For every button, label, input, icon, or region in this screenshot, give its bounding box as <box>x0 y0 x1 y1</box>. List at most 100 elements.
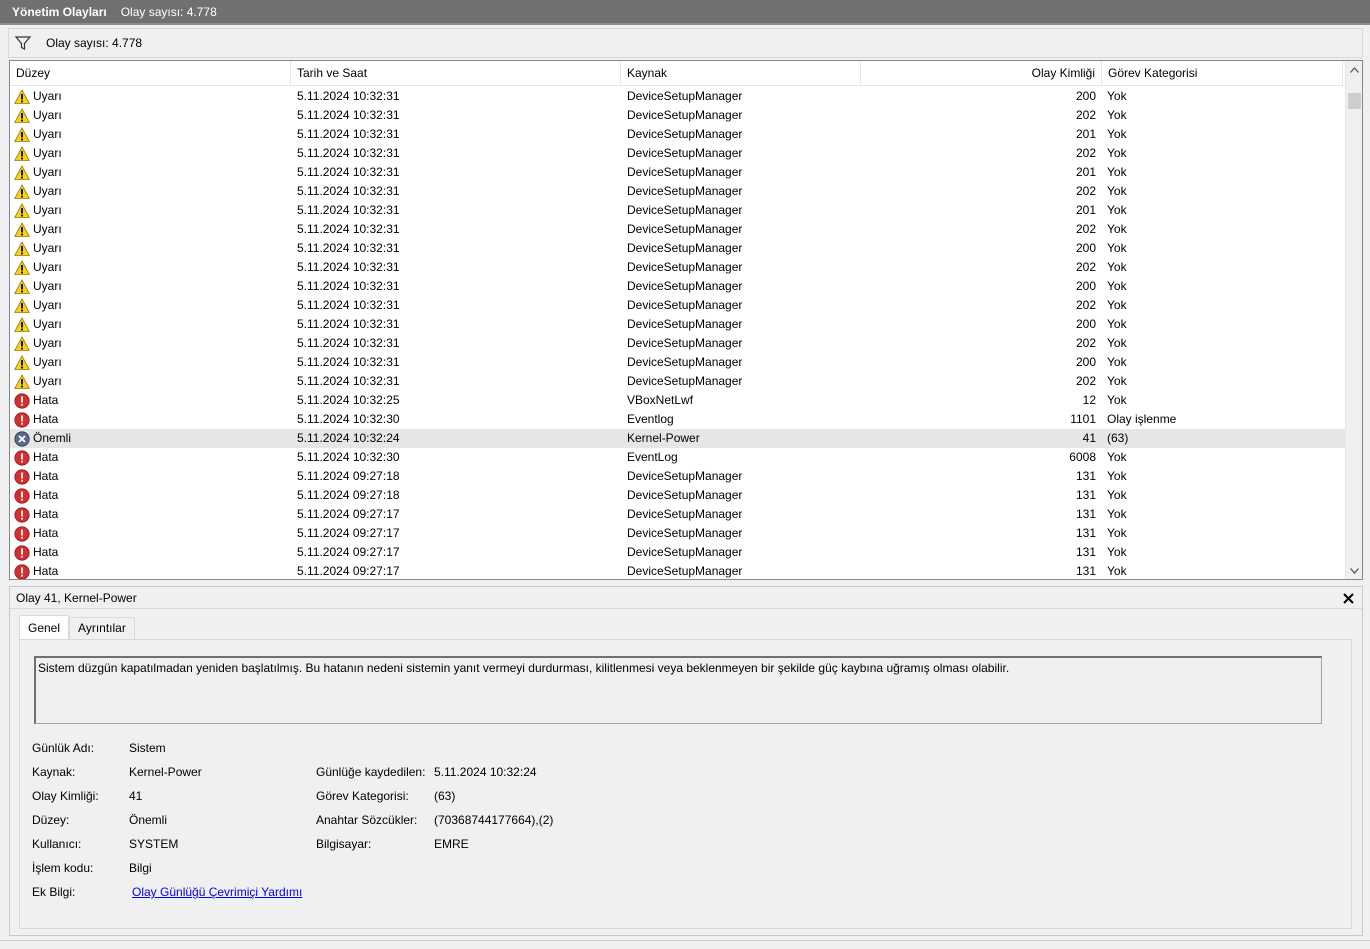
col-header-source[interactable]: Kaynak <box>621 61 861 86</box>
level-text: Uyarı <box>33 222 62 236</box>
event-id-cell: 202 <box>1075 374 1096 388</box>
date-cell: 5.11.2024 10:32:31 <box>297 355 400 369</box>
level-text: Uyarı <box>33 146 62 160</box>
source-cell: DeviceSetupManager <box>627 89 743 103</box>
warning-icon <box>14 354 30 371</box>
table-row[interactable]: Hata 5.11.2024 09:27:17 DeviceSetupManager… <box>10 562 1345 579</box>
source-value: Kernel-Power <box>129 765 202 779</box>
col-header-event-id[interactable]: Olay Kimliği <box>861 61 1102 86</box>
table-row[interactable]: Uyarı 5.11.2024 10:32:31 DeviceSetupManage… <box>10 277 1345 296</box>
title-bar: Yönetim Olayları Olay sayısı: 4.778 <box>0 0 1370 25</box>
filter-icon[interactable] <box>14 34 32 52</box>
source-cell: DeviceSetupManager <box>627 241 743 255</box>
event-id-cell: 201 <box>1075 165 1096 179</box>
date-cell: 5.11.2024 10:32:31 <box>297 222 400 236</box>
scroll-thumb[interactable] <box>1348 93 1361 109</box>
table-row[interactable]: Uyarı 5.11.2024 10:32:31 DeviceSetupManage… <box>10 144 1345 163</box>
keywords-value: (70368744177664),(2) <box>434 813 554 827</box>
tab-general[interactable]: Genel <box>19 615 70 639</box>
col-header-date[interactable]: Tarih ve Saat <box>291 61 621 86</box>
scroll-up-icon[interactable] <box>1346 61 1362 78</box>
error-icon <box>14 487 30 504</box>
task-category-cell: Yok <box>1107 355 1127 369</box>
table-row[interactable]: Uyarı 5.11.2024 10:32:31 DeviceSetupManage… <box>10 296 1345 315</box>
table-row[interactable]: Önemli 5.11.2024 10:32:24 Kernel-Power 41 (6… <box>10 429 1345 448</box>
table-row[interactable]: Uyarı 5.11.2024 10:32:31 DeviceSetupManage… <box>10 106 1345 125</box>
table-row[interactable]: Hata 5.11.2024 09:27:18 DeviceSetupManager… <box>10 467 1345 486</box>
source-cell: DeviceSetupManager <box>627 279 743 293</box>
source-cell: DeviceSetupManager <box>627 317 743 331</box>
level-cell: Hata <box>14 448 284 467</box>
source-cell: Eventlog <box>627 412 674 426</box>
level-text: Hata <box>33 488 59 502</box>
source-cell: DeviceSetupManager <box>627 469 743 483</box>
table-row[interactable]: Uyarı 5.11.2024 10:32:31 DeviceSetupManage… <box>10 315 1345 334</box>
col-header-task-category[interactable]: Görev Kategorisi <box>1102 61 1343 86</box>
view-title: Yönetim Olayları <box>12 4 107 19</box>
source-cell: DeviceSetupManager <box>627 374 743 388</box>
tab-details[interactable]: Ayrıntılar <box>69 617 135 639</box>
table-row[interactable]: Uyarı 5.11.2024 10:32:31 DeviceSetupManage… <box>10 163 1345 182</box>
level-cell: Hata <box>14 391 284 410</box>
table-row[interactable]: Uyarı 5.11.2024 10:32:31 DeviceSetupManage… <box>10 182 1345 201</box>
table-row[interactable]: Uyarı 5.11.2024 10:32:31 DeviceSetupManage… <box>10 87 1345 106</box>
warning-icon <box>14 316 30 333</box>
event-id-cell: 202 <box>1075 298 1096 312</box>
level-cell: Uyarı <box>14 334 284 353</box>
details-title: Olay 41, Kernel-Power <box>16 591 137 605</box>
logged-value: 5.11.2024 10:32:24 <box>434 765 537 779</box>
warning-icon <box>14 88 30 105</box>
table-row[interactable]: Uyarı 5.11.2024 10:32:31 DeviceSetupManage… <box>10 258 1345 277</box>
event-id-cell: 202 <box>1075 146 1096 160</box>
online-help-link[interactable]: Olay Günlüğü Çevrimiçi Yardımı <box>132 885 302 899</box>
error-icon <box>14 544 30 561</box>
event-id-cell: 200 <box>1075 241 1096 255</box>
user-value: SYSTEM <box>129 837 179 851</box>
date-cell: 5.11.2024 10:32:31 <box>297 317 400 331</box>
date-cell: 5.11.2024 10:32:31 <box>297 336 400 350</box>
source-cell: DeviceSetupManager <box>627 127 743 141</box>
view-event-count: Olay sayısı: 4.778 <box>120 4 217 19</box>
table-row[interactable]: Uyarı 5.11.2024 10:32:31 DeviceSetupManage… <box>10 353 1345 372</box>
error-icon <box>14 468 30 485</box>
level-value: Önemli <box>129 813 168 827</box>
date-cell: 5.11.2024 10:32:24 <box>297 431 400 445</box>
event-id-cell: 202 <box>1075 184 1096 198</box>
table-row[interactable]: Uyarı 5.11.2024 10:32:31 DeviceSetupManage… <box>10 125 1345 144</box>
table-row[interactable]: Uyarı 5.11.2024 10:32:31 DeviceSetupManage… <box>10 220 1345 239</box>
table-row[interactable]: Hata 5.11.2024 10:32:30 Eventlog 1101 Olay i… <box>10 410 1345 429</box>
level-cell: Uyarı <box>14 87 284 106</box>
date-cell: 5.11.2024 10:32:31 <box>297 374 400 388</box>
table-row[interactable]: Hata 5.11.2024 10:32:30 EventLog 6008 Yok <box>10 448 1345 467</box>
event-id-cell: 131 <box>1075 488 1096 502</box>
error-icon <box>14 506 30 523</box>
table-row[interactable]: Hata 5.11.2024 09:27:18 DeviceSetupManager… <box>10 486 1345 505</box>
event-id-cell: 202 <box>1075 336 1096 350</box>
events-grid[interactable]: Düzey Tarih ve Saat Kaynak Olay Kimliği … <box>9 60 1363 580</box>
table-row[interactable]: Hata 5.11.2024 09:27:17 DeviceSetupManager… <box>10 524 1345 543</box>
date-cell: 5.11.2024 10:32:25 <box>297 393 400 407</box>
table-row[interactable]: Uyarı 5.11.2024 10:32:31 DeviceSetupManage… <box>10 372 1345 391</box>
level-cell: Önemli <box>14 429 284 448</box>
event-id-cell: 202 <box>1075 260 1096 274</box>
table-row[interactable]: Hata 5.11.2024 09:27:17 DeviceSetupManager… <box>10 543 1345 562</box>
col-header-level[interactable]: Düzey <box>10 61 291 86</box>
event-id-cell: 131 <box>1075 564 1096 578</box>
table-row[interactable]: Uyarı 5.11.2024 10:32:31 DeviceSetupManage… <box>10 239 1345 258</box>
error-icon <box>14 563 30 579</box>
vertical-scrollbar[interactable] <box>1345 61 1362 579</box>
warning-icon <box>14 278 30 295</box>
table-row[interactable]: Hata 5.11.2024 10:32:25 VBoxNetLwf 12 Yok <box>10 391 1345 410</box>
task-category-cell: Yok <box>1107 526 1127 540</box>
table-row[interactable]: Uyarı 5.11.2024 10:32:31 DeviceSetupManage… <box>10 201 1345 220</box>
event-id-cell: 201 <box>1075 203 1096 217</box>
table-row[interactable]: Uyarı 5.11.2024 10:32:31 DeviceSetupManage… <box>10 334 1345 353</box>
close-icon[interactable] <box>1343 589 1354 608</box>
level-text: Hata <box>33 507 59 521</box>
scroll-down-icon[interactable] <box>1346 562 1362 579</box>
event-description[interactable]: Sistem düzgün kapatılmadan yeniden başla… <box>34 656 1322 724</box>
level-text: Uyarı <box>33 203 62 217</box>
table-row[interactable]: Hata 5.11.2024 09:27:17 DeviceSetupManager… <box>10 505 1345 524</box>
date-cell: 5.11.2024 09:27:17 <box>297 545 400 559</box>
level-cell: Hata <box>14 505 284 524</box>
